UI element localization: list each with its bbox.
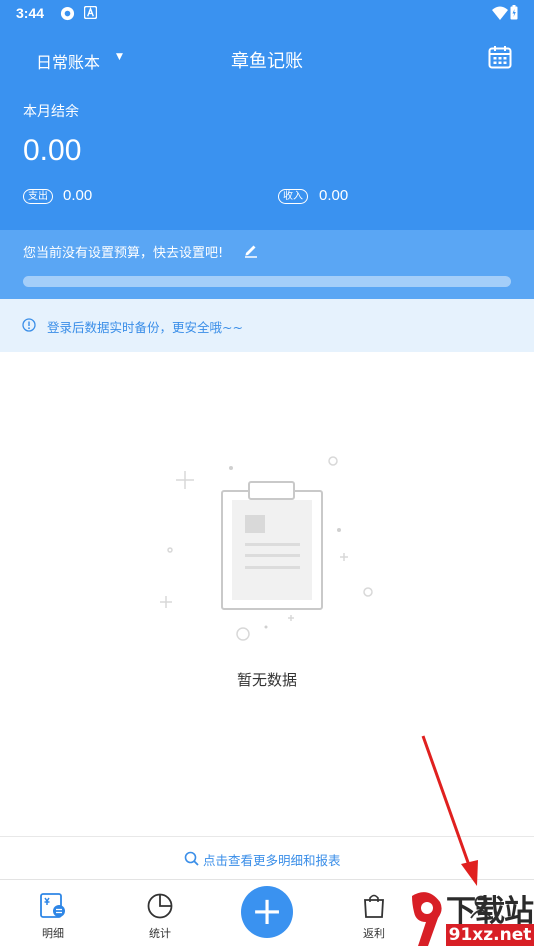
income-value: 0.00: [319, 187, 349, 204]
more-details-text[interactable]: 点击查看更多明细和报表: [203, 850, 341, 869]
expense-badge: 支出: [23, 189, 53, 204]
header: 日常账本 ▼ 章鱼记账 本月结余 0.00 支出 0.00 收入 0.00: [0, 28, 534, 230]
watermark: 下载站 91xz.net: [410, 888, 534, 950]
ledger-icon: [40, 893, 65, 918]
search-icon[interactable]: [184, 851, 199, 866]
pie-chart-icon: [147, 893, 173, 919]
info-icon: [22, 318, 36, 332]
plus-icon[interactable]: +: [251, 889, 283, 933]
settings-app-icon: [60, 6, 75, 21]
app-title: 章鱼记账: [231, 51, 303, 72]
tab-label[interactable]: 明细: [13, 925, 93, 941]
shopping-bag-icon: [364, 894, 384, 918]
add-record-button[interactable]: +: [241, 886, 293, 938]
tab-label[interactable]: 返利: [334, 925, 414, 941]
watermark-logo: [412, 892, 442, 946]
wifi-icon: [492, 6, 508, 20]
tab-detail[interactable]: 明细: [13, 880, 93, 950]
budget-panel[interactable]: 您当前没有设置预算，快去设置吧!: [0, 230, 534, 299]
expense-value: 0.00: [63, 187, 93, 204]
a-app-icon: [84, 6, 97, 19]
tab-rebate[interactable]: 返利: [334, 880, 414, 950]
pencil-icon[interactable]: [243, 242, 259, 258]
status-bar: 3:44: [0, 0, 534, 28]
balance-label: 本月结余: [23, 104, 79, 120]
clipboard-icon: [160, 456, 373, 641]
annotation-arrow-icon: [421, 735, 478, 886]
battery-icon: [510, 5, 518, 20]
budget-prompt[interactable]: 您当前没有设置预算，快去设置吧!: [23, 242, 223, 261]
login-tip-text[interactable]: 登录后数据实时备份，更安全哦~~: [47, 317, 243, 336]
budget-progress-bar: [23, 276, 511, 287]
status-time: 3:44: [16, 5, 45, 21]
calendar-icon[interactable]: [488, 45, 512, 69]
tab-statistics[interactable]: 统计: [120, 880, 200, 950]
income-badge: 收入: [278, 189, 308, 204]
watermark-url: 91xz.net: [446, 924, 534, 946]
tab-label[interactable]: 统计: [120, 925, 200, 941]
login-tip-banner[interactable]: 登录后数据实时备份，更安全哦~~: [0, 299, 534, 352]
balance-value: 0.00: [23, 134, 82, 167]
app-screen: 3:44 日常账本 ▼ 章鱼记账 本月结余 0.00 支出 0.00 收入 0.…: [0, 0, 534, 950]
empty-state-text: 暂无数据: [236, 671, 297, 689]
